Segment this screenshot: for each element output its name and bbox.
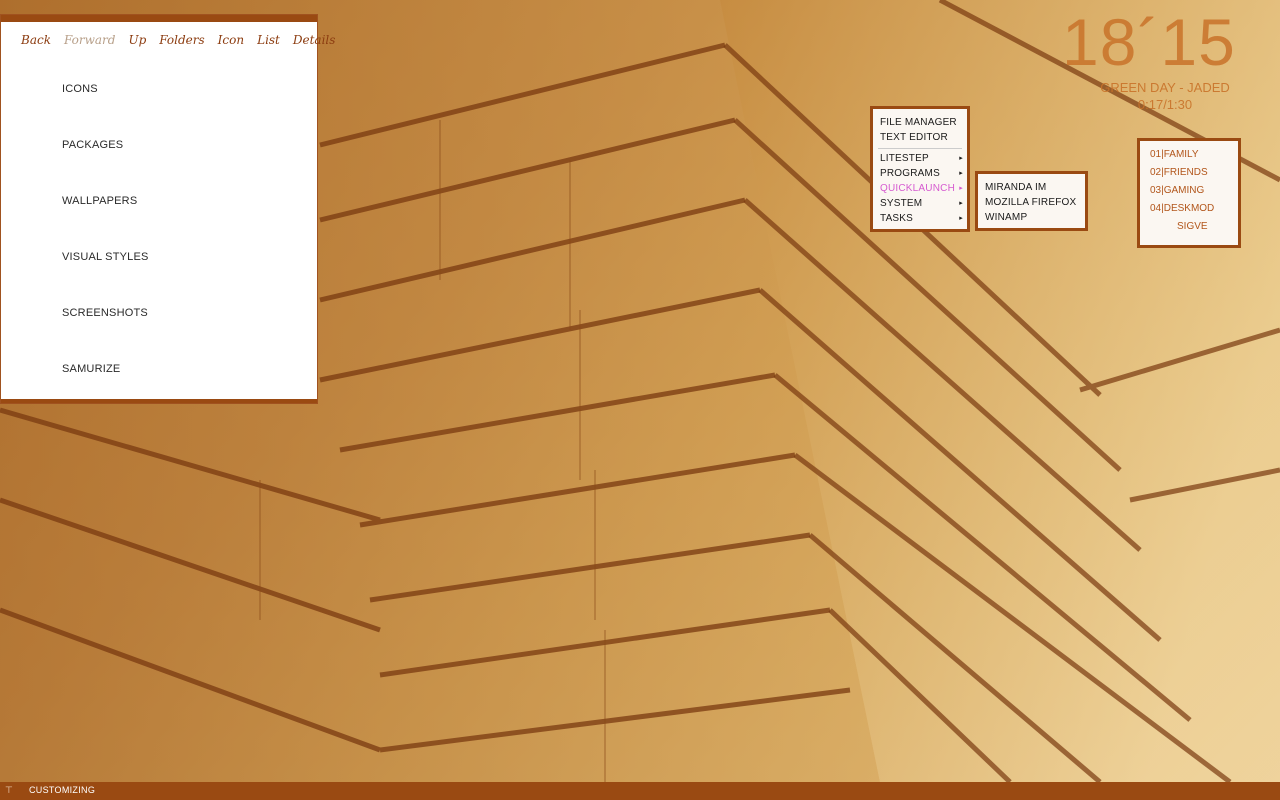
group-subitem-sigve[interactable]: SIGVE [1140, 219, 1238, 237]
toolbar-icon-view-button[interactable]: Icon [218, 33, 244, 47]
menu-item-label: SYSTEM [880, 198, 923, 209]
toolbar-folders-button[interactable]: Folders [159, 33, 204, 47]
menu-item-mozilla-firefox[interactable]: MOZILLA FIREFOX [978, 195, 1085, 210]
menu-item-programs[interactable]: PROGRAMS ▸ [873, 166, 967, 181]
explorer-toolbar: Back Forward Up Folders Icon List Detail… [21, 33, 348, 47]
group-item-deskmod[interactable]: 04|DESKMOD [1140, 201, 1238, 219]
menu-item-label: TASKS [880, 213, 914, 224]
file-explorer-window: Back Forward Up Folders Icon List Detail… [0, 14, 335, 404]
quicklaunch-submenu: MIRANDA IM MOZILLA FIREFOX WINAMP [975, 171, 1088, 231]
menu-item-winamp[interactable]: WINAMP [978, 210, 1085, 225]
submenu-arrow-icon: ▸ [959, 155, 963, 162]
folder-list: ICONS PACKAGES WALLPAPERS VISUAL STYLES … [62, 83, 149, 419]
menu-item-tasks[interactable]: TASKS ▸ [873, 211, 967, 226]
folder-item-icons[interactable]: ICONS [62, 83, 149, 139]
submenu-arrow-icon: ▸ [959, 215, 963, 222]
desktop-clock: 18´15 [1062, 5, 1236, 79]
group-item-friends[interactable]: 02|FRIENDS [1140, 165, 1238, 183]
toolbar-up-button[interactable]: Up [128, 33, 146, 47]
group-item-gaming[interactable]: 03|GAMING [1140, 183, 1238, 201]
taskbar: ⊤ CUSTOMIZING [0, 782, 1280, 800]
submenu-arrow-icon: ▸ [959, 185, 963, 192]
submenu-arrow-icon: ▸ [959, 200, 963, 207]
menu-item-litestep[interactable]: LITESTEP ▸ [873, 151, 967, 166]
main-popup-menu: FILE MANAGER TEXT EDITOR LITESTEP ▸ PROG… [870, 106, 970, 232]
now-playing-track: GREEN DAY - JADED [1100, 80, 1230, 95]
menu-item-label: PROGRAMS [880, 168, 940, 179]
menu-item-quicklaunch[interactable]: QUICKLAUNCH ▸ [873, 181, 967, 196]
submenu-arrow-icon: ▸ [959, 170, 963, 177]
explorer-top-bar [1, 15, 317, 22]
toolbar-forward-button[interactable]: Forward [64, 33, 115, 47]
desktop-groups-panel: 01|FAMILY 02|FRIENDS 03|GAMING 04|DESKMO… [1137, 138, 1241, 248]
toolbar-details-view-button[interactable]: Details [293, 33, 336, 47]
menu-item-label: LITESTEP [880, 153, 929, 164]
toolbar-list-view-button[interactable]: List [257, 33, 280, 47]
menu-item-miranda-im[interactable]: MIRANDA IM [978, 180, 1085, 195]
folder-item-packages[interactable]: PACKAGES [62, 139, 149, 195]
folder-item-wallpapers[interactable]: WALLPAPERS [62, 195, 149, 251]
explorer-bottom-bar [1, 399, 317, 403]
folder-item-screenshots[interactable]: SCREENSHOTS [62, 307, 149, 363]
group-item-family[interactable]: 01|FAMILY [1140, 147, 1238, 165]
menu-separator [878, 148, 962, 149]
now-playing-position: 0:17/1:30 [1137, 97, 1193, 112]
menu-item-text-editor[interactable]: TEXT EDITOR [873, 130, 967, 145]
taskbar-task-customizing[interactable]: CUSTOMIZING [29, 785, 95, 795]
menu-item-file-manager[interactable]: FILE MANAGER [873, 115, 967, 130]
now-playing-widget[interactable]: GREEN DAY - JADED 0:17/1:30 [1070, 80, 1260, 112]
start-menu-icon[interactable]: ⊤ [5, 785, 13, 796]
menu-item-label: QUICKLAUNCH [880, 183, 955, 194]
folder-item-samurize[interactable]: SAMURIZE [62, 363, 149, 419]
folder-item-visual-styles[interactable]: VISUAL STYLES [62, 251, 149, 307]
toolbar-back-button[interactable]: Back [21, 33, 51, 47]
menu-item-system[interactable]: SYSTEM ▸ [873, 196, 967, 211]
